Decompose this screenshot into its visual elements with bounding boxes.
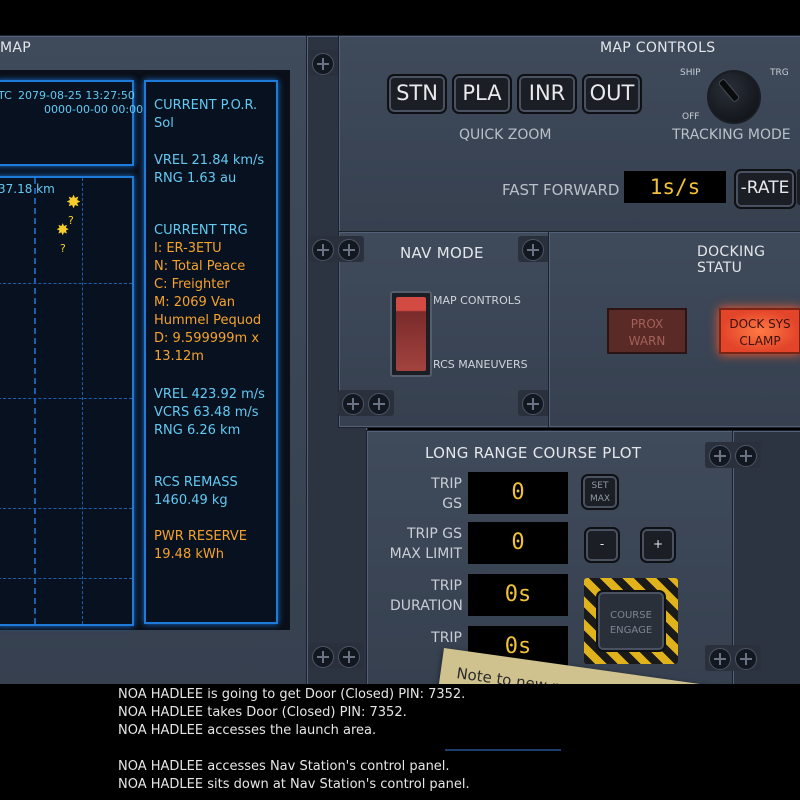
max-limit-display: 0	[468, 522, 568, 564]
log-input-underline	[445, 749, 561, 751]
trg-line: 13.12m	[154, 349, 204, 364]
por-title: CURRENT P.O.R.	[154, 98, 258, 113]
screw-icon	[709, 648, 731, 670]
tracking-mode-label: TRACKING MODE	[672, 127, 791, 143]
pwr-title: PWR RESERVE	[154, 529, 247, 544]
trip-gs-display: 0	[468, 472, 568, 514]
info-column: CURRENT P.O.R. Sol VREL 21.84 km/s RNG 1…	[144, 80, 278, 624]
switch-lever	[396, 297, 426, 371]
trip-gs-label: TRIP GS	[431, 476, 462, 512]
trg-line: Hummel Pequod	[154, 313, 262, 328]
remass-value: 1460.49 kg	[154, 493, 228, 508]
distance-readout: 37.18 km	[0, 182, 55, 196]
rate-decrease-button[interactable]: -RATE	[734, 169, 796, 209]
vrel-por: VREL 21.84 km/s	[154, 153, 265, 168]
trip-duration-label: TRIP DURATION	[390, 578, 463, 614]
pwr-value: 19.48 kWh	[154, 547, 224, 562]
map-screen: TC 2079-08-25 13:27:50 0000-00-00 00:00:…	[0, 70, 290, 630]
rng-trg: RNG 6.26 km	[154, 423, 241, 438]
trip-duration-display: 0s	[468, 574, 568, 616]
trg-line: I: ER-3ETU	[154, 241, 222, 256]
map-title: MAP	[0, 40, 31, 56]
screw-icon	[735, 648, 757, 670]
trg-line: D: 9.599999m x	[154, 331, 260, 346]
prox-warn-label: PROX WARN	[628, 317, 666, 348]
zoom-inr-button[interactable]: INR	[517, 74, 577, 114]
max-limit-label: TRIP GS MAX LIMIT	[389, 526, 462, 562]
marker-label: ?	[68, 214, 74, 227]
fast-forward-display: 1s/s	[624, 171, 726, 203]
screw-pair	[308, 643, 364, 669]
trg-line: N: Total Peace	[154, 259, 246, 274]
fast-forward-label: FAST FORWARD	[502, 181, 620, 199]
quick-zoom-label: QUICK ZOOM	[459, 127, 552, 143]
nav-mode-rcs-maneuvers-label: RCS MANEUVERS	[433, 358, 528, 371]
zoom-stn-button[interactable]: STN	[387, 74, 447, 114]
rng-por: RNG 1.63 au	[154, 171, 237, 186]
screw-pair	[705, 645, 761, 671]
trg-line: C: Freighter	[154, 277, 230, 292]
screw-icon	[338, 239, 360, 261]
log-line: NOA HADLEE accesses Nav Station's contro…	[118, 759, 450, 774]
screw-icon	[522, 393, 544, 415]
screw-pair	[308, 236, 364, 262]
prox-warn-indicator: PROX WARN	[607, 308, 687, 354]
set-max-button[interactable]: SET MAX	[581, 474, 619, 510]
max-limit-decrease-button[interactable]: -	[584, 527, 620, 563]
knob-pointer-icon	[717, 77, 741, 103]
max-limit-increase-button[interactable]: +	[640, 527, 676, 563]
log-line: NOA HADLEE takes Door (Closed) PIN: 7352…	[118, 705, 407, 720]
clock-tag: TC	[0, 89, 12, 102]
screw-icon	[522, 239, 544, 261]
screw-icon	[312, 53, 334, 75]
knob-off-label: OFF	[682, 112, 700, 122]
screw-icon	[312, 239, 334, 261]
map-controls-title: MAP CONTROLS	[600, 40, 716, 56]
trg-title: CURRENT TRG	[154, 223, 248, 238]
screw-pair	[338, 390, 394, 416]
knob-ship-label: SHIP	[680, 68, 701, 78]
grid-map[interactable]: 37.18 km ✸ ✸ ? ?	[0, 176, 134, 626]
nav-mode-map-controls-label: MAP CONTROLS	[433, 294, 521, 307]
dock-clamp-indicator: DOCK SYS CLAMP	[719, 308, 800, 354]
screw-icon	[735, 445, 757, 467]
zoom-out-button[interactable]: OUT	[582, 74, 642, 114]
screw-pair	[705, 442, 761, 468]
course-engage-button[interactable]: COURSE ENGAGE	[596, 590, 666, 652]
star-marker-icon[interactable]: ✸	[66, 192, 81, 213]
clock-box: TC 2079-08-25 13:27:50 0000-00-00 00:00:…	[0, 80, 161, 166]
remass-title: RCS REMASS	[154, 475, 238, 490]
vrel-trg: VREL 423.92 m/s	[154, 387, 265, 402]
log-line: NOA HADLEE accesses the launch area.	[118, 723, 377, 738]
trg-line: M: 2069 Van	[154, 295, 236, 310]
screw-icon	[709, 445, 731, 467]
screw-icon	[312, 646, 334, 668]
vcrs-trg: VCRS 63.48 m/s	[154, 405, 259, 420]
log-line: NOA HADLEE is going to get Door (Closed)…	[118, 687, 466, 702]
dock-clamp-label: DOCK SYS CLAMP	[729, 317, 791, 348]
screw-icon	[342, 393, 364, 415]
tracking-mode-knob[interactable]	[707, 70, 761, 124]
course-plot-title: LONG RANGE COURSE PLOT	[425, 444, 642, 462]
knob-trg-label: TRG	[770, 68, 789, 78]
screw-icon	[338, 646, 360, 668]
screw-icon	[368, 393, 390, 415]
por-value: Sol	[154, 116, 174, 131]
log-line: NOA HADLEE sits down at Nav Station's co…	[118, 777, 470, 792]
zoom-pla-button[interactable]: PLA	[452, 74, 512, 114]
marker-label: ?	[60, 242, 66, 255]
docking-status-title: DOCKING STATU	[697, 244, 766, 276]
nav-mode-switch[interactable]	[390, 291, 432, 377]
nav-mode-title: NAV MODE	[400, 244, 484, 262]
